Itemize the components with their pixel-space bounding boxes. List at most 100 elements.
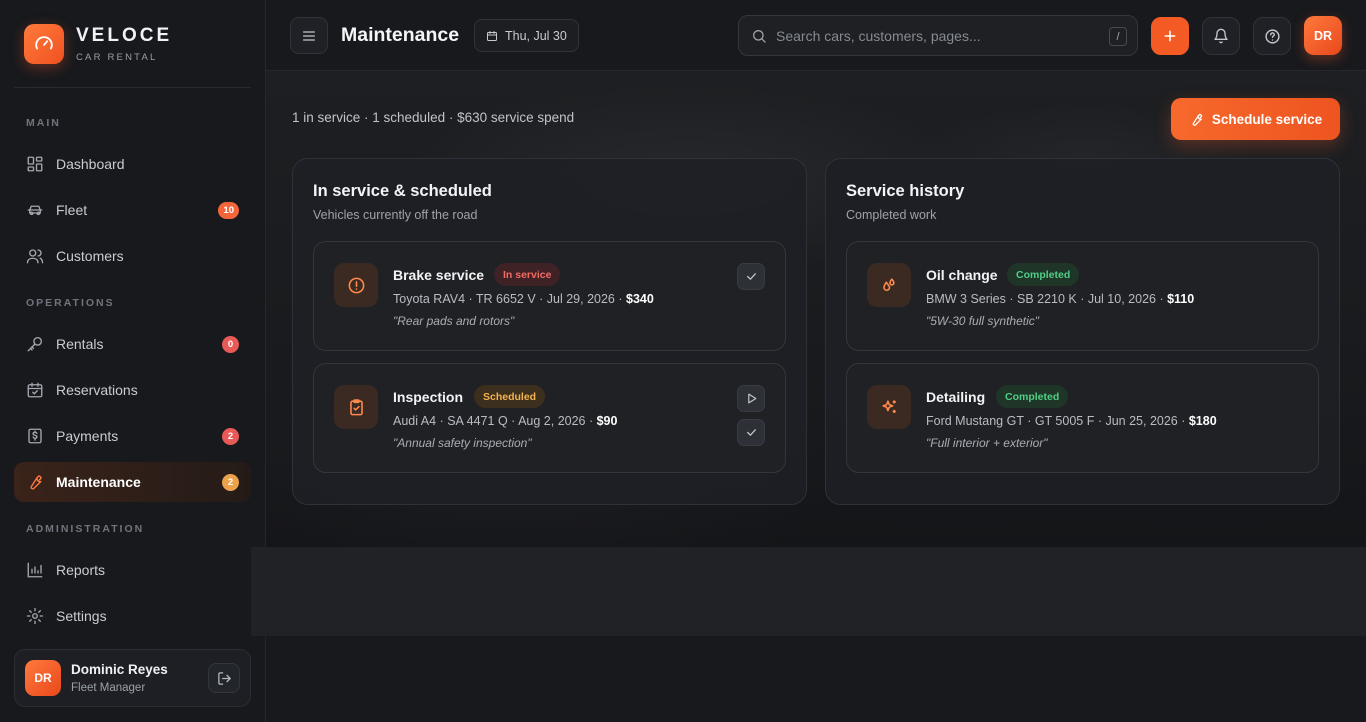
user-name: Dominic Reyes [71, 662, 168, 677]
avatar: DR [25, 660, 61, 696]
page-title: Maintenance [341, 24, 460, 46]
start-service-button[interactable] [737, 385, 765, 412]
service-details: Ford Mustang GT · GT 5005 F · Jun 25, 20… [926, 414, 1189, 428]
sidebar-item-dashboard[interactable]: Dashboard [14, 144, 251, 184]
calendar-icon [486, 30, 498, 42]
notifications-button[interactable] [1202, 17, 1240, 55]
search-bar[interactable]: / [738, 15, 1138, 56]
date-chip[interactable]: Thu, Jul 30 [474, 19, 579, 52]
sidebar-item-label: Rentals [56, 336, 104, 352]
play-icon [745, 392, 758, 405]
service-cost: $180 [1188, 414, 1217, 428]
service-meta: Ford Mustang GT · GT 5005 F · Jun 25, 20… [926, 414, 1217, 428]
status-badge: Scheduled [474, 385, 546, 408]
plus-icon [1162, 28, 1178, 44]
sidebar-item-reservations[interactable]: Reservations [14, 370, 251, 410]
search-input[interactable] [776, 27, 1096, 44]
service-meta: BMW 3 Series · SB 2210 K · Jul 10, 2026 … [926, 292, 1194, 306]
sidebar-item-label: Fleet [56, 202, 88, 218]
search-shortcut-key: / [1109, 27, 1127, 46]
dashboard-icon [26, 155, 44, 173]
date-text: Thu, Jul 30 [505, 28, 567, 43]
sidebar-item-customers[interactable]: Customers [14, 236, 251, 276]
brand-name: VELOCE [76, 25, 173, 46]
in-service-panel: In service & scheduled Vehicles currentl… [292, 158, 807, 505]
sidebar-item-label: Reports [56, 562, 106, 578]
panel-title: In service & scheduled [313, 182, 492, 200]
brand[interactable]: VELOCE CAR RENTAL [24, 24, 172, 64]
users-icon [26, 247, 44, 265]
status-badge: Completed [1007, 263, 1080, 286]
sparkles-icon [867, 385, 911, 429]
add-button[interactable] [1151, 17, 1189, 55]
nav-section-administration: ADMINISTRATION [26, 523, 145, 535]
help-button[interactable] [1253, 17, 1291, 55]
service-meta: Audi A4 · SA 4471 Q · Aug 2, 2026 · $90 [393, 414, 617, 428]
sidebar-item-settings[interactable]: Settings [14, 596, 251, 636]
service-cost: $90 [596, 414, 618, 428]
sidebar-item-reports[interactable]: Reports [14, 550, 251, 590]
maintenance-count-badge: 2 [222, 474, 239, 491]
status-badge: In service [494, 263, 561, 286]
avatar[interactable]: DR [1304, 16, 1342, 55]
sidebar-item-label: Payments [56, 428, 119, 444]
clipboard-check-icon [334, 385, 378, 429]
schedule-service-label: Schedule service [1211, 111, 1323, 127]
service-note: "Full interior + exterior" [926, 436, 1048, 450]
service-note: "5W-30 full synthetic" [926, 314, 1040, 328]
sidebar-item-label: Maintenance [56, 474, 141, 490]
alert-circle-icon [334, 263, 378, 307]
service-title: Oil change [926, 267, 998, 283]
nav-section-operations: OPERATIONS [26, 297, 115, 309]
user-role: Fleet Manager [71, 682, 146, 694]
sidebar-item-payments[interactable]: Payments 2 [14, 416, 251, 456]
brand-subtitle: CAR RENTAL [76, 52, 158, 63]
menu-button[interactable] [290, 17, 328, 54]
fleet-count-badge: 10 [218, 202, 239, 219]
wrench-icon [26, 473, 44, 491]
divider [14, 87, 251, 88]
service-meta: Toyota RAV4 · TR 6652 V · Jul 29, 2026 ·… [393, 292, 654, 306]
service-details: BMW 3 Series · SB 2210 K · Jul 10, 2026 … [926, 292, 1168, 306]
search-icon [751, 28, 767, 44]
nav-section-main: MAIN [26, 117, 61, 129]
bar-chart-icon [26, 561, 44, 579]
main-content: Maintenance Thu, Jul 30 / [251, 0, 1366, 722]
service-history-panel: Service history Completed work Oil chang… [825, 158, 1340, 505]
panel-subtitle: Vehicles currently off the road [313, 208, 478, 222]
wrench-icon [1189, 112, 1204, 127]
service-title: Inspection [393, 389, 464, 405]
sidebar: VELOCE CAR RENTAL MAIN Dashboard Fleet 1… [0, 0, 266, 722]
user-card[interactable]: DR Dominic Reyes Fleet Manager [14, 649, 251, 707]
history-item[interactable]: Detailing Completed Ford Mustang GT · GT… [846, 363, 1319, 473]
maintenance-summary: 1 in service · 1 scheduled · $630 servic… [292, 110, 575, 125]
sidebar-item-maintenance[interactable]: Maintenance 2 [14, 462, 251, 502]
receipt-icon [26, 427, 44, 445]
help-circle-icon [1264, 28, 1281, 45]
hamburger-icon [301, 28, 317, 44]
history-item[interactable]: Oil change Completed BMW 3 Series · SB 2… [846, 241, 1319, 351]
sidebar-item-fleet[interactable]: Fleet 10 [14, 190, 251, 230]
complete-button[interactable] [737, 263, 765, 290]
check-icon [745, 426, 758, 439]
service-title: Brake service [393, 267, 485, 283]
service-cost: $110 [1167, 292, 1195, 306]
service-item[interactable]: Brake service In service Toyota RAV4 · T… [313, 241, 786, 351]
sidebar-item-label: Settings [56, 608, 107, 624]
sidebar-item-rentals[interactable]: Rentals 0 [14, 324, 251, 364]
status-badge: Completed [996, 385, 1069, 408]
sidebar-item-label: Dashboard [56, 156, 125, 172]
service-note: "Rear pads and rotors" [393, 314, 515, 328]
calendar-check-icon [26, 381, 44, 399]
logout-button[interactable] [208, 663, 240, 693]
panel-title: Service history [846, 182, 965, 200]
check-icon [745, 270, 758, 283]
top-bar: Maintenance Thu, Jul 30 / [266, 0, 1366, 71]
footer-band [251, 547, 1366, 636]
payments-count-badge: 2 [222, 428, 239, 445]
complete-button[interactable] [737, 419, 765, 446]
schedule-service-button[interactable]: Schedule service [1171, 98, 1340, 140]
service-title: Detailing [926, 389, 986, 405]
service-item[interactable]: Inspection Scheduled Audi A4 · SA 4471 Q… [313, 363, 786, 473]
droplets-icon [867, 263, 911, 307]
